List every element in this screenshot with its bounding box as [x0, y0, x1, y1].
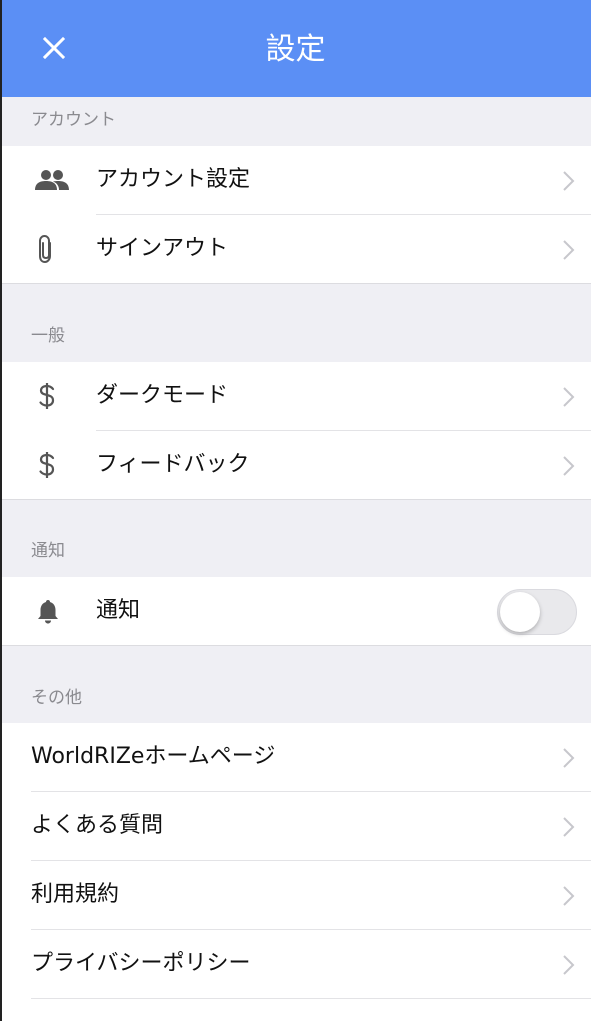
- chevron-right-icon: [563, 748, 575, 768]
- notification-toggle[interactable]: [497, 589, 577, 635]
- row-label: 利用規約: [31, 882, 120, 907]
- row-notifications: 通知: [0, 577, 591, 646]
- group-divider: [0, 283, 591, 284]
- group-divider: [0, 499, 591, 500]
- chevron-right-icon: [563, 817, 575, 837]
- row-label: WorldRIZeホームページ: [31, 744, 276, 769]
- group-divider: [0, 645, 591, 646]
- chevron-right-icon: [563, 456, 575, 476]
- dollar-icon: [34, 381, 70, 411]
- group-other: WorldRIZeホームページ よくある質問 利用規約 プライバシーポリシー: [0, 723, 591, 1025]
- chevron-right-icon: [563, 955, 575, 975]
- row-sign-out[interactable]: サインアウト: [0, 215, 591, 284]
- row-label: サインアウト: [96, 236, 229, 261]
- row-feedback[interactable]: フィードバック: [0, 431, 591, 500]
- row-label: よくある質問: [31, 813, 164, 838]
- people-icon: [34, 165, 70, 195]
- group-notify: 通知: [0, 577, 591, 646]
- row-homepage[interactable]: WorldRIZeホームページ: [0, 723, 591, 792]
- row-label: ダークモード: [96, 383, 229, 408]
- row-blank: [0, 999, 591, 1025]
- window-edge: [0, 0, 2, 1021]
- group-account: アカウント設定 サインアウト: [0, 146, 591, 284]
- row-account-settings[interactable]: アカウント設定: [0, 146, 591, 215]
- row-faq[interactable]: よくある質問: [0, 792, 591, 861]
- row-label: プライバシーポリシー: [31, 951, 251, 976]
- row-label: フィードバック: [96, 452, 250, 477]
- row-label: アカウント設定: [96, 167, 251, 192]
- page-title: 設定: [265, 32, 326, 67]
- row-privacy[interactable]: プライバシーポリシー: [0, 930, 591, 999]
- chevron-right-icon: [563, 387, 575, 407]
- chevron-right-icon: [563, 240, 575, 260]
- row-label: 通知: [96, 598, 141, 623]
- chevron-right-icon: [563, 886, 575, 906]
- dollar-icon: [34, 450, 70, 480]
- group-general: ダークモード フィードバック: [0, 362, 591, 500]
- row-dark-mode[interactable]: ダークモード: [0, 362, 591, 431]
- nav-bar: 設定: [0, 0, 591, 97]
- bell-icon: [34, 596, 70, 626]
- paperclip-icon: [34, 234, 70, 264]
- chevron-right-icon: [563, 171, 575, 191]
- toggle-knob: [500, 592, 540, 632]
- row-terms[interactable]: 利用規約: [0, 861, 591, 930]
